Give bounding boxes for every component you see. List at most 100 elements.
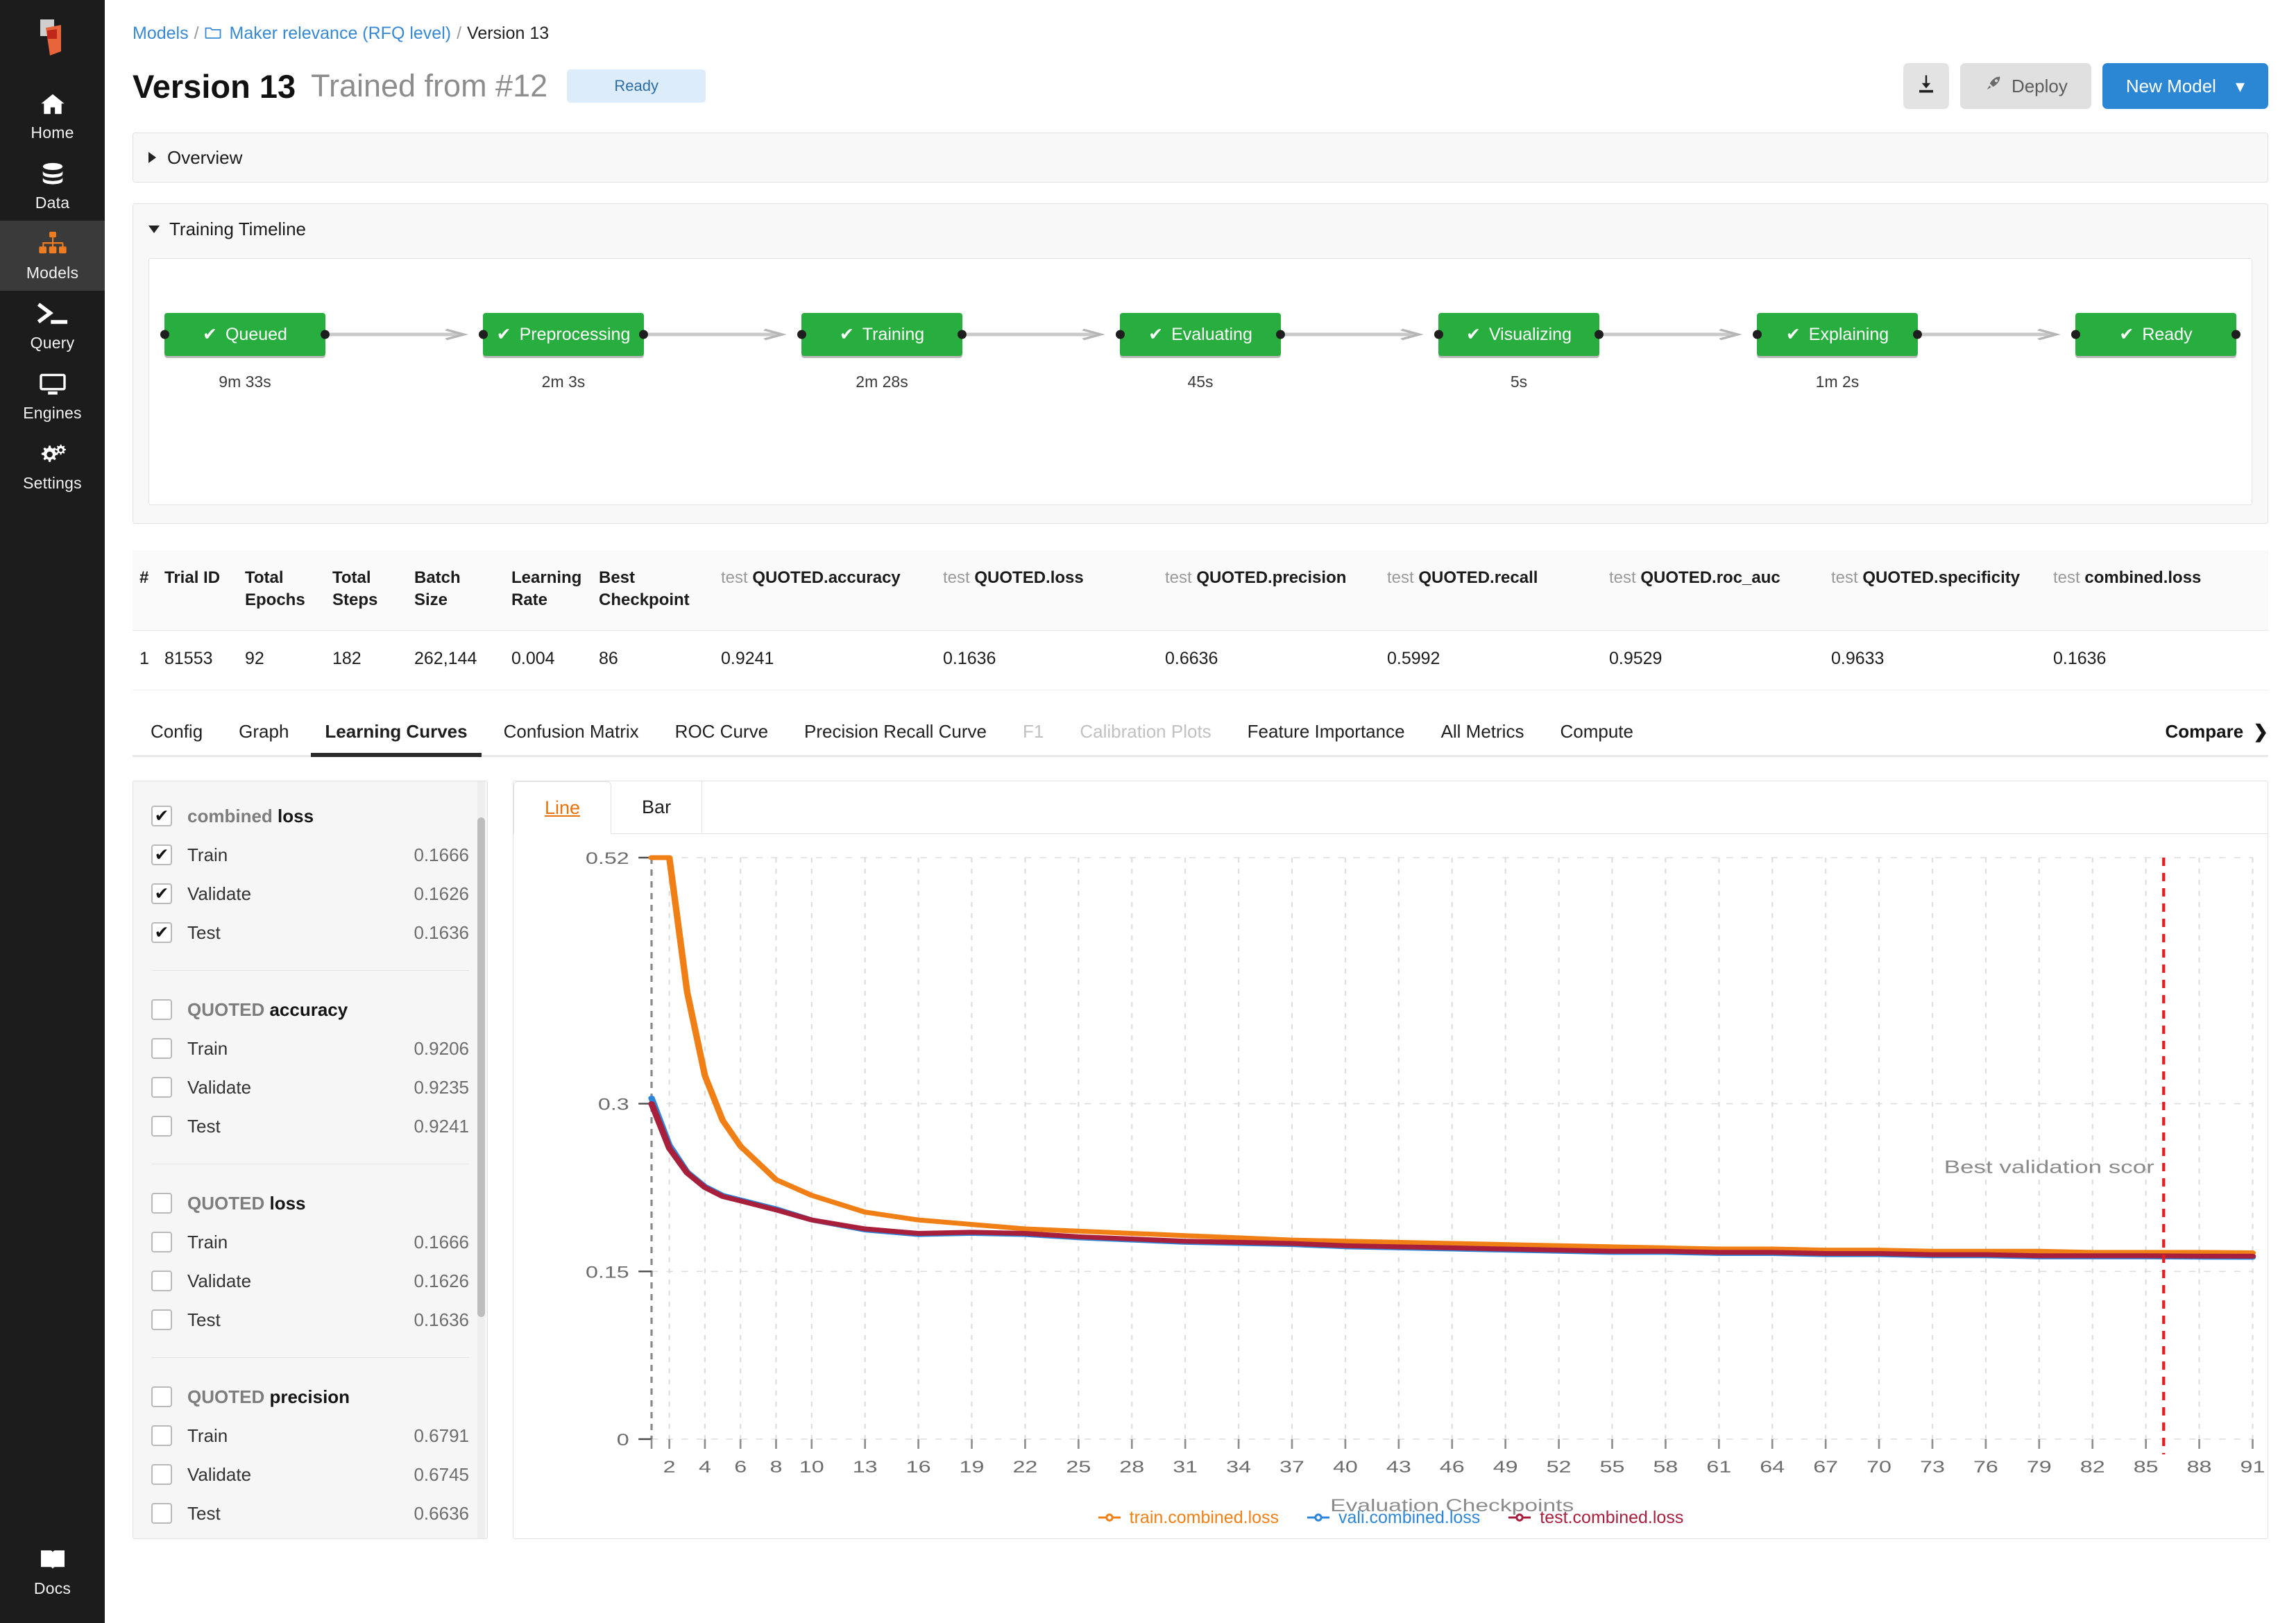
column-header-label: QUOTED.roc_auc xyxy=(1640,568,1780,587)
timeline-step-chip[interactable]: ✔ Explaining xyxy=(1757,313,1918,356)
table-column-header[interactable]: test combined.loss xyxy=(2046,550,2268,631)
metric-group-header[interactable]: QUOTED loss xyxy=(151,1184,469,1223)
sidebar-item-engines[interactable]: Engines xyxy=(0,361,105,431)
metric-checkbox[interactable] xyxy=(151,1077,172,1098)
timeline-step-chip[interactable]: ✔ Ready xyxy=(2075,313,2236,356)
timeline-step[interactable]: ✔ Visualizing 5s xyxy=(1438,313,1599,391)
metric-checkbox[interactable] xyxy=(151,1271,172,1292)
sidebar-item-models[interactable]: Models xyxy=(0,221,105,291)
tab-roc-curve[interactable]: ROC Curve xyxy=(657,721,786,755)
metric-group-checkbox[interactable] xyxy=(151,999,172,1021)
table-column-header[interactable]: Best Checkpoint xyxy=(592,550,714,631)
metric-group-label: QUOTED precision xyxy=(187,1386,350,1407)
metrics-scrollbar-thumb[interactable] xyxy=(477,817,485,1318)
tab-all-metrics[interactable]: All Metrics xyxy=(1423,721,1542,755)
timeline-step-chip[interactable]: ✔ Training xyxy=(801,313,962,356)
chart-tab-bar[interactable]: Bar xyxy=(611,781,703,834)
timeline-step[interactable]: ✔ Training 2m 28s xyxy=(801,313,962,391)
table-column-header[interactable]: Batch Size xyxy=(407,550,504,631)
metric-row[interactable]: Validate 0.9235 xyxy=(151,1068,469,1107)
tab-confusion-matrix[interactable]: Confusion Matrix xyxy=(486,721,657,755)
table-column-header[interactable]: Learning Rate xyxy=(504,550,592,631)
breadcrumb-models-link[interactable]: Models xyxy=(133,24,189,44)
training-timeline-header[interactable]: Training Timeline xyxy=(133,204,2268,254)
timeline-step-chip[interactable]: ✔ Evaluating xyxy=(1120,313,1281,356)
tab-feature-importance[interactable]: Feature Importance xyxy=(1230,721,1423,755)
tab-precision-recall-curve[interactable]: Precision Recall Curve xyxy=(786,721,1005,755)
timeline-step-chip[interactable]: ✔ Preprocessing xyxy=(483,313,644,356)
metric-row[interactable]: Test 0.6636 xyxy=(151,1494,469,1533)
legend-item[interactable]: vali.combined.loss xyxy=(1307,1508,1480,1528)
metric-group-checkbox[interactable] xyxy=(151,1386,172,1408)
table-column-header[interactable]: # xyxy=(133,550,158,631)
download-button[interactable] xyxy=(1903,63,1949,109)
table-column-header[interactable]: Trial ID xyxy=(158,550,238,631)
table-column-header[interactable]: test QUOTED.loss xyxy=(936,550,1158,631)
metric-checkbox[interactable] xyxy=(151,1232,172,1253)
deploy-button[interactable]: Deploy xyxy=(1959,63,2091,109)
metric-group-header[interactable]: QUOTED accuracy xyxy=(151,990,469,1029)
metric-checkbox[interactable] xyxy=(151,1116,172,1137)
metric-group-header[interactable]: combined loss xyxy=(151,797,469,835)
tab-compute[interactable]: Compute xyxy=(1542,721,1651,755)
timeline-step[interactable]: ✔ Evaluating 45s xyxy=(1120,313,1281,391)
metric-checkbox[interactable] xyxy=(151,883,172,905)
compare-button[interactable]: Compare ❯ xyxy=(2166,721,2269,755)
sidebar-item-query[interactable]: Query xyxy=(0,291,105,361)
metric-checkbox[interactable] xyxy=(151,1425,172,1447)
table-column-header[interactable]: test QUOTED.specificity xyxy=(1824,550,2046,631)
metric-group-header[interactable]: QUOTED precision xyxy=(151,1377,469,1416)
table-row[interactable]: 1 81553 92 182 262,144 0.004 86 0.9241 0.1636 0.6… xyxy=(133,630,2268,691)
timeline-step[interactable]: ✔ Explaining 1m 2s xyxy=(1757,313,1918,391)
sidebar-item-docs[interactable]: Docs xyxy=(0,1536,105,1606)
legend-item[interactable]: test.combined.loss xyxy=(1508,1508,1683,1528)
table-column-header[interactable]: test QUOTED.recall xyxy=(1380,550,1602,631)
chart-x-tick-label: 85 xyxy=(2134,1458,2159,1477)
metric-checkbox[interactable] xyxy=(151,1309,172,1331)
timeline-step[interactable]: ✔ Queued 9m 33s xyxy=(164,313,325,391)
tab-config[interactable]: Config xyxy=(133,721,221,755)
table-column-header[interactable]: test QUOTED.accuracy xyxy=(714,550,936,631)
metric-row[interactable]: Validate 0.1626 xyxy=(151,874,469,913)
metric-row[interactable]: Test 0.1636 xyxy=(151,1300,469,1339)
breadcrumb-project-link[interactable]: Maker relevance (RFQ level) xyxy=(230,24,452,44)
timeline-step[interactable]: ✔ Ready xyxy=(2075,313,2236,373)
tab-learning-curves[interactable]: Learning Curves xyxy=(307,721,485,758)
new-model-button[interactable]: New Model ▾ xyxy=(2102,63,2268,109)
timeline-step-chip[interactable]: ✔ Queued xyxy=(164,313,325,356)
table-column-header[interactable]: test QUOTED.roc_auc xyxy=(1602,550,1824,631)
metric-row[interactable]: Train 0.1666 xyxy=(151,835,469,874)
table-column-header[interactable]: Total Steps xyxy=(325,550,407,631)
sidebar-item-home[interactable]: Home xyxy=(0,80,105,151)
metric-checkbox[interactable] xyxy=(151,1464,172,1486)
chart-x-tick-label: 49 xyxy=(1493,1458,1518,1477)
metric-checkbox[interactable] xyxy=(151,1038,172,1060)
trials-table-body: 1 81553 92 182 262,144 0.004 86 0.9241 0.1636 0.6… xyxy=(133,630,2268,691)
metric-row[interactable]: Validate 0.6745 xyxy=(151,1455,469,1494)
metric-row[interactable]: Validate 0.1626 xyxy=(151,1261,469,1300)
chart-x-tick-label: 4 xyxy=(699,1458,711,1477)
table-column-header[interactable]: test QUOTED.precision xyxy=(1158,550,1380,631)
metric-row[interactable]: Train 0.9206 xyxy=(151,1029,469,1068)
column-header-prefix: test xyxy=(943,568,975,587)
sidebar-item-data[interactable]: Data xyxy=(0,151,105,221)
metric-checkbox[interactable] xyxy=(151,844,172,866)
metric-group-checkbox[interactable] xyxy=(151,806,172,827)
metric-checkbox[interactable] xyxy=(151,1503,172,1524)
timeline-step[interactable]: ✔ Preprocessing 2m 3s xyxy=(483,313,644,391)
timeline-step-chip[interactable]: ✔ Visualizing xyxy=(1438,313,1599,356)
metric-row[interactable]: Train 0.6791 xyxy=(151,1416,469,1455)
tab-graph[interactable]: Graph xyxy=(221,721,307,755)
chart-tab-line[interactable]: Line xyxy=(513,781,612,835)
legend-item[interactable]: train.combined.loss xyxy=(1098,1508,1279,1528)
timeline-arrow xyxy=(644,313,801,356)
metric-row[interactable]: Test 0.1636 xyxy=(151,913,469,952)
overview-section[interactable]: Overview xyxy=(133,133,2268,182)
metric-group-checkbox[interactable] xyxy=(151,1193,172,1214)
app-logo-icon[interactable] xyxy=(31,15,75,60)
metric-row[interactable]: Train 0.1666 xyxy=(151,1223,469,1261)
table-column-header[interactable]: Total Epochs xyxy=(238,550,325,631)
sidebar-item-settings[interactable]: Settings xyxy=(0,431,105,501)
metric-row[interactable]: Test 0.9241 xyxy=(151,1107,469,1146)
metric-checkbox[interactable] xyxy=(151,922,172,944)
